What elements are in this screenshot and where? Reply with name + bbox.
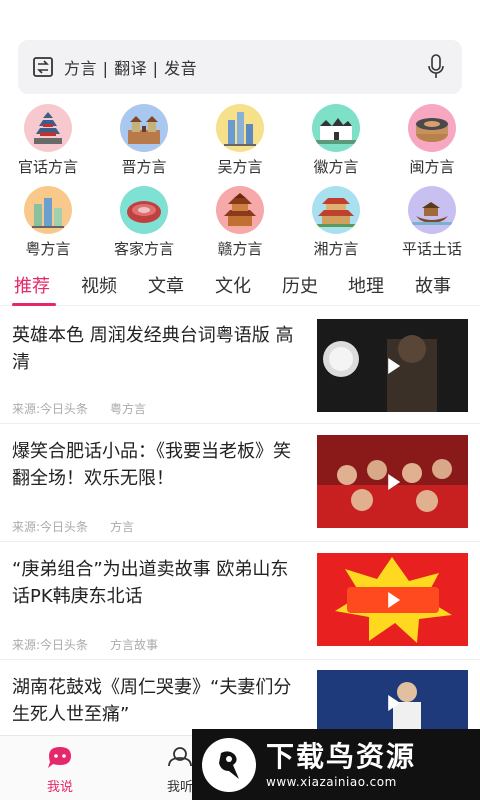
feed-item-meta: 来源:今日头条 方言 xyxy=(12,518,134,535)
temple-of-heaven-icon xyxy=(24,104,72,152)
feed-item-title: “庚弟组合”为出道卖故事 欧弟山东话PK韩庚东北话 xyxy=(12,559,289,607)
boat-icon xyxy=(408,186,456,234)
tab-video[interactable]: 视频 xyxy=(81,272,117,298)
feed-item-tag: 方言 xyxy=(110,520,135,534)
feed-item-tag: 粤方言 xyxy=(110,402,147,416)
dialect-item-wu[interactable]: 吴方言 xyxy=(192,104,288,184)
round-house-icon xyxy=(120,186,168,234)
feed-item-title: 湖南花鼓戏《周仁哭妻》“夫妻们分生死人世至痛” xyxy=(12,677,292,725)
dialect-label: 平话土话 xyxy=(401,240,462,258)
feed-item-tag: 方言故事 xyxy=(110,638,159,652)
tab-geography[interactable]: 地理 xyxy=(348,272,384,298)
feed-item[interactable]: “庚弟组合”为出道卖故事 欧弟山东话PK韩庚东北话 来源:今日头条 方言故事 xyxy=(0,542,480,660)
hui-house-icon xyxy=(312,104,360,152)
nav-label: 我说 xyxy=(46,780,73,795)
video-thumbnail[interactable] xyxy=(317,553,468,646)
video-thumbnail[interactable] xyxy=(317,435,468,528)
dialect-item-jin[interactable]: 晋方言 xyxy=(96,104,192,184)
yueyang-tower-icon xyxy=(312,186,360,234)
video-thumbnail[interactable] xyxy=(317,319,468,412)
feed-item[interactable]: 爆笑合肥话小品：《我要当老板》笑翻全场！欢乐无限！ 来源:今日头条 方言 xyxy=(0,424,480,542)
dialect-item-guanhua[interactable]: 官话方言 xyxy=(0,104,96,184)
feed-item-source: 来源:今日头条 xyxy=(12,638,89,652)
feed-item-source: 来源:今日头条 xyxy=(12,402,89,416)
dialect-label: 赣方言 xyxy=(217,240,263,258)
pavilion-icon xyxy=(216,186,264,234)
play-icon xyxy=(387,357,400,374)
watermark: 下载鸟资源 www.xiazainiao.com xyxy=(192,729,480,800)
play-icon xyxy=(387,694,400,711)
dialect-item-min[interactable]: 闽方言 xyxy=(384,104,480,184)
canton-tower-icon xyxy=(24,186,72,234)
dialect-label: 晋方言 xyxy=(121,158,167,176)
dialect-label: 官话方言 xyxy=(17,158,78,176)
dialect-label: 徽方言 xyxy=(313,158,359,176)
dialect-item-yue[interactable]: 粤方言 xyxy=(0,186,96,266)
dialect-item-hakka[interactable]: 客家方言 xyxy=(96,186,192,266)
watermark-logo-icon xyxy=(202,737,256,792)
feed-item-meta: 来源:今日头条 方言故事 xyxy=(12,636,158,653)
dialect-label: 闽方言 xyxy=(409,158,455,176)
nav-speak[interactable]: 我说 xyxy=(30,744,90,795)
dialect-label: 客家方言 xyxy=(113,240,174,258)
category-tabs: 推荐 视频 文章 文化 历史 地理 故事 xyxy=(0,262,480,306)
video-thumbnail[interactable] xyxy=(317,670,468,735)
tab-history[interactable]: 历史 xyxy=(282,272,318,298)
feed-item[interactable]: 英雄本色 周润发经典台词粤语版 高清 来源:今日头条 粤方言 xyxy=(0,306,480,424)
tab-article[interactable]: 文章 xyxy=(148,272,184,298)
search-bar[interactable]: 方言 | 翻译 | 发音 xyxy=(18,40,462,94)
city-tower-icon xyxy=(120,104,168,152)
dialect-label: 粤方言 xyxy=(25,240,71,258)
dialect-item-xiang[interactable]: 湘方言 xyxy=(288,186,384,266)
feed-item[interactable]: 湖南花鼓戏《周仁哭妻》“夫妻们分生死人世至痛” xyxy=(0,660,480,735)
dialect-item-hui[interactable]: 徽方言 xyxy=(288,104,384,184)
microphone-icon[interactable] xyxy=(424,52,448,82)
dialect-item-pinghua[interactable]: 平话土话 xyxy=(384,186,480,266)
play-icon xyxy=(387,591,400,608)
play-icon xyxy=(387,473,400,490)
feed-item-title: 爆笑合肥话小品：《我要当老板》笑翻全场！欢乐无限！ xyxy=(12,441,291,489)
speech-bubble-icon xyxy=(48,747,71,768)
tulou-icon xyxy=(408,104,456,152)
feed-item-meta: 来源:今日头条 粤方言 xyxy=(12,400,146,417)
tab-story[interactable]: 故事 xyxy=(415,272,451,298)
watermark-url: www.xiazainiao.com xyxy=(266,774,397,789)
dialect-label: 吴方言 xyxy=(217,158,263,176)
tab-recommend[interactable]: 推荐 xyxy=(14,272,50,298)
tab-culture[interactable]: 文化 xyxy=(215,272,251,298)
feed-item-title: 英雄本色 周润发经典台词粤语版 高清 xyxy=(12,325,294,373)
dialect-item-gan[interactable]: 赣方言 xyxy=(192,186,288,266)
watermark-title: 下载鸟资源 xyxy=(266,739,417,773)
feed-item-source: 来源:今日头条 xyxy=(12,520,89,534)
dialect-grid: 官话方言 晋方言 吴方言 徽方言 闽方言 粤方言 客家方言 赣方言 湘方言 平话… xyxy=(0,104,480,264)
dialect-label: 湘方言 xyxy=(313,240,359,258)
skyscraper-icon xyxy=(216,104,264,152)
translate-icon[interactable] xyxy=(32,56,54,78)
search-placeholder: 方言 | 翻译 | 发音 xyxy=(64,59,198,78)
headset-icon xyxy=(168,747,192,767)
